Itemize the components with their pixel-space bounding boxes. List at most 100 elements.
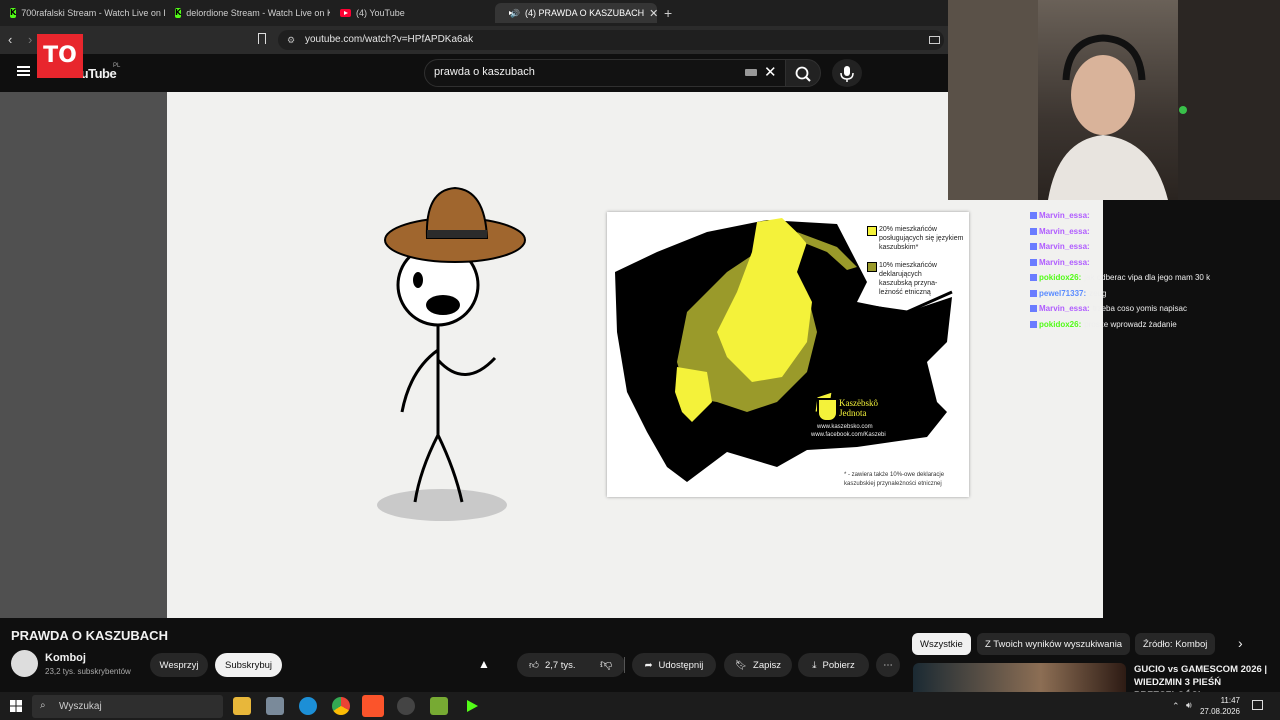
chat-message: pewel71337: zeug [1030,286,1280,302]
taskbar-clock[interactable]: 11:47 27.08.2026 [1198,695,1240,717]
chat-text: trzeba coso yomis napisac [1092,304,1187,313]
keyboard-icon[interactable] [745,69,757,76]
chat-username[interactable]: Marvin_essa: [1039,227,1090,236]
forward-icon[interactable]: › [28,32,32,47]
map-shape [615,218,953,482]
legend-text-2: 10% mieszkańców deklarujących kaszubską … [879,262,938,296]
region-badge: PL [113,63,121,69]
tab-label: 700rafalski Stream - Watch Live on K [21,8,165,18]
streamer-image [948,0,1280,200]
tab-prawda-o-kaszubach[interactable]: 🔊 (4) PRAWDA O KASZUBACH ✕ [495,3,657,23]
channel-name[interactable]: Komboj [45,652,86,664]
chat-username[interactable]: Marvin_essa: [1039,304,1090,313]
bookmark-icon[interactable] [258,33,266,44]
save-label: Zapisz [753,659,782,671]
bookmark-icon: 🔖︎ [734,659,748,671]
chat-text: jak odberac vipa dla jego mam 30 k [1084,273,1211,282]
thumbs-up-icon: 👍︎ [529,660,539,671]
notification-icon[interactable] [1252,700,1263,710]
chat-badge-icon [1030,320,1037,328]
site-info-icon[interactable]: ⚙ [287,35,295,46]
chat-badge-icon [1030,289,1037,297]
menu-icon[interactable] [17,66,30,76]
app-icon[interactable] [266,697,284,715]
chrome-icon[interactable] [332,697,350,715]
date: 27.08.2026 [1199,707,1240,716]
download-icon: ⤓ [812,659,817,671]
chat-badge-icon [1030,227,1037,235]
share-icon: ➦ [644,659,653,671]
file-explorer-icon[interactable] [233,697,251,715]
subscribe-button[interactable]: Subskrybuj [215,653,282,677]
chat-username[interactable]: pokidox26: [1039,320,1081,329]
download-button[interactable]: ⤓ Pobierz [798,653,869,677]
thumbs-down-icon[interactable]: 👎︎ [600,657,612,672]
chat-username[interactable]: Marvin_essa: [1039,211,1090,220]
chat-message: Marvin_essa: [1030,208,1280,224]
like-count: 2,7 tys. [544,659,576,671]
windows-start-icon[interactable] [10,700,22,712]
obs-icon[interactable] [397,697,415,715]
chat-username[interactable]: Marvin_essa: [1039,242,1090,251]
new-tab-button[interactable]: + [664,5,672,21]
voice-search-button[interactable] [832,59,862,87]
share-button[interactable]: ➦ Udostępnij [632,653,716,677]
tab-label: (4) PRAWDA O KASZUBACH [524,8,645,18]
kick-app-icon[interactable] [463,697,481,715]
tab-delordione[interactable]: K delordione Stream - Watch Live on K [165,3,330,23]
back-icon[interactable]: ‹ [8,32,12,47]
time: 11:47 [1220,696,1240,705]
search-icon [795,66,811,82]
tab-youtube-home[interactable]: (4) YouTube [330,3,495,23]
more-icon: ⋯ [883,659,893,671]
support-button[interactable]: Wesprzyj [150,653,208,677]
chat-username[interactable]: pewel71337: [1039,289,1086,298]
mic-icon [840,66,854,82]
chat-message: Marvin_essa: [1030,255,1280,271]
chat-message: Marvin_essa: [1030,224,1280,240]
download-label: Pobierz [822,659,855,671]
search-icon: ⌕ [40,700,46,711]
map-footnote: * - zawiera także 10%-owe deklaracje kas… [844,472,945,487]
chat-badge-icon [1030,258,1037,266]
more-actions-button[interactable]: ⋯ [876,653,900,677]
chat-badge-icon [1030,274,1037,282]
search-input[interactable]: prawda o kaszubach [434,66,535,78]
brand-link-2: www.facebook.com/Kaszebi [811,432,886,438]
chevron-right-icon[interactable]: › [1238,635,1243,651]
chat-text: prosze wprowadz żadanie [1084,319,1177,329]
kashubia-map: 20% mieszkańców posługujących się języki… [607,212,969,497]
brave-icon[interactable] [362,695,384,717]
tab-label: delordione Stream - Watch Live on K [186,8,330,18]
chip-source[interactable]: Źródło: Komboj [1135,633,1216,655]
mouse-cursor: ▲ [478,657,490,671]
cast-icon[interactable] [929,36,940,44]
youtube-icon [340,9,351,17]
edge-icon[interactable] [299,697,317,715]
tab-700rafalski[interactable]: K 700rafalski Stream - Watch Live on K [0,3,165,23]
chip-all[interactable]: Wszystkie [912,633,971,655]
chip-from-search[interactable]: Z Twoich wyników wyszukiwania [977,633,1131,655]
close-tab-icon[interactable]: ✕ [649,7,657,20]
chat-badge-icon [1030,243,1037,251]
kick-icon: K [175,8,182,18]
tab-label: (4) YouTube [356,8,405,18]
chat-username[interactable]: pokidox26: [1039,273,1081,282]
legend-swatch-yellow [867,226,877,236]
chat-badge-icon [1030,305,1037,313]
taskbar-search-placeholder: Wyszukaj [59,701,102,712]
brand-link-1: www.kaszebsko.com [817,424,873,430]
legend-text-1: 20% mieszkańców posługujących się języki… [879,226,964,251]
search-button[interactable] [785,59,821,87]
clear-search-icon[interactable]: ✕ [764,63,777,81]
brand-text: Kaszëbskô Jednota [839,398,878,418]
stream-chat: Marvin_essa: Marvin_essa: Marvin_essa: Marv… [1030,208,1280,332]
volume-icon[interactable]: 🔊︎ [1186,700,1192,711]
video-title: PRAWDA O KASZUBACH [11,628,168,643]
app-icon-2[interactable] [430,697,448,715]
chat-message: pokidox26: jak odberac vipa dla jego mam … [1030,270,1280,286]
channel-avatar[interactable] [11,650,38,677]
chevron-up-icon[interactable]: ⌃ [1172,701,1180,712]
chat-username[interactable]: Marvin_essa: [1039,258,1090,267]
save-button[interactable]: 🔖︎ Zapisz [724,653,792,677]
